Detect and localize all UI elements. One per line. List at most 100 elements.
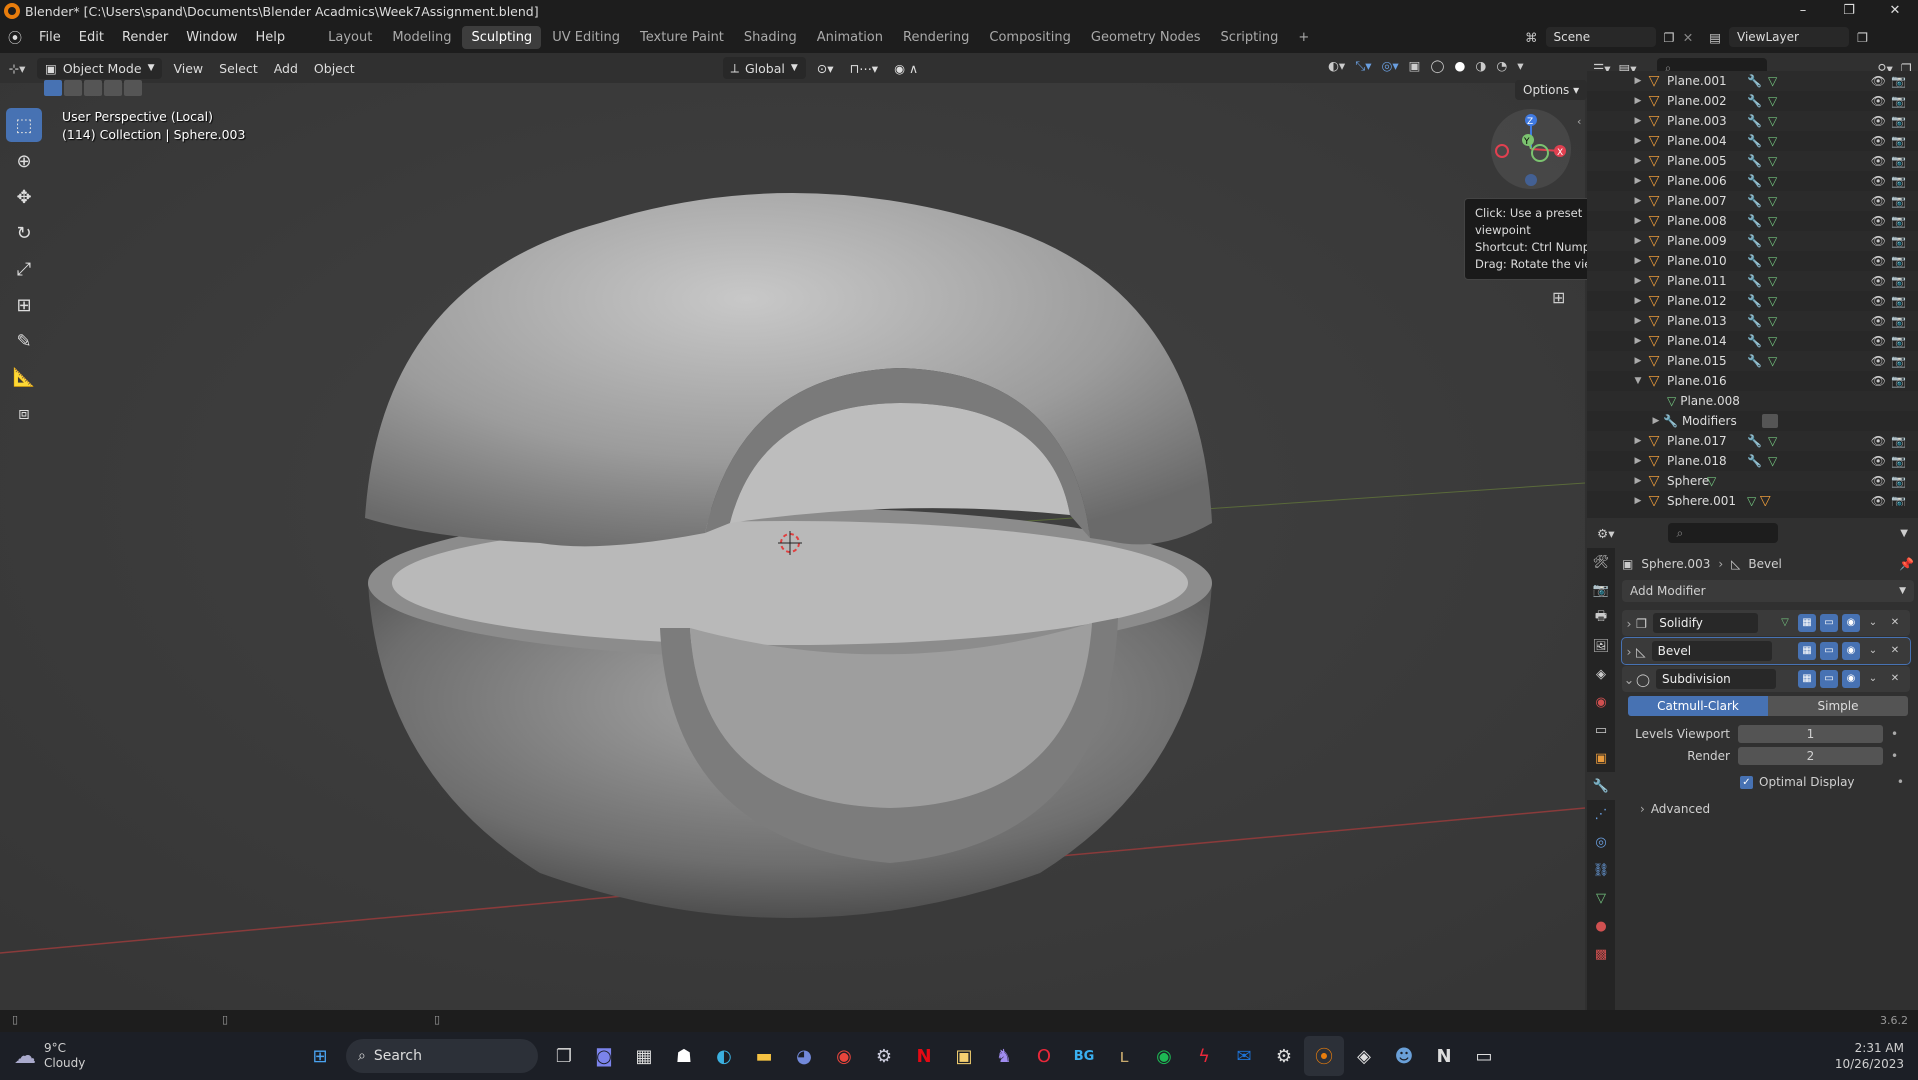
eye-icon[interactable]: 👁 xyxy=(1871,334,1886,348)
eye-icon[interactable]: 👁 xyxy=(1871,134,1886,148)
particles-tab-icon[interactable]: ⋰ xyxy=(1587,800,1615,828)
expand-icon[interactable]: ▶ xyxy=(1631,216,1645,226)
render-tab-icon[interactable]: 📷 xyxy=(1587,576,1615,604)
eye-icon[interactable]: 👁 xyxy=(1871,154,1886,168)
render-camera-icon[interactable]: 📷 xyxy=(1891,374,1906,388)
expand-icon[interactable]: ▶ xyxy=(1631,456,1645,466)
eye-icon[interactable]: 👁 xyxy=(1871,314,1886,328)
outliner-row[interactable]: ▶ 🔧 Modifiers xyxy=(1587,411,1918,431)
visibility-icon[interactable]: ◐▾ xyxy=(1328,58,1345,74)
outliner-row[interactable]: ▽ Plane.008 xyxy=(1587,391,1918,411)
select-box-tool-icon[interactable]: ⬚ xyxy=(6,108,42,142)
photos-icon[interactable]: ▣ xyxy=(944,1036,984,1076)
outliner-row[interactable]: ▶ ▽ Plane.004 🔧 ▽ 👁 📷 xyxy=(1587,131,1918,151)
discord-icon[interactable]: ◕ xyxy=(784,1036,824,1076)
gizmo-neg-z-icon[interactable] xyxy=(1525,174,1537,186)
render-camera-icon[interactable]: 📷 xyxy=(1891,114,1906,128)
select-new-icon[interactable] xyxy=(44,80,62,96)
remove-modifier-icon[interactable]: ✕ xyxy=(1886,642,1904,660)
spotify-icon[interactable]: ◉ xyxy=(1144,1036,1184,1076)
outliner-row[interactable]: ▶ ▽ Plane.010 🔧 ▽ 👁 📷 xyxy=(1587,251,1918,271)
viewport-toggle-icon[interactable]: ▭ xyxy=(1820,670,1838,688)
eye-icon[interactable]: 👁 xyxy=(1871,214,1886,228)
render-toggle-icon[interactable]: ◉ xyxy=(1842,670,1860,688)
menu-add[interactable]: Add xyxy=(266,58,306,79)
remove-modifier-icon[interactable]: ✕ xyxy=(1886,670,1904,688)
eye-icon[interactable]: 👁 xyxy=(1871,494,1886,506)
eye-icon[interactable]: 👁 xyxy=(1871,354,1886,368)
blender-taskbar-icon[interactable]: ⦿ xyxy=(1304,1036,1344,1076)
keyframe-dot-icon[interactable]: • xyxy=(1891,727,1898,741)
render-camera-icon[interactable]: 📷 xyxy=(1891,314,1906,328)
material-tab-icon[interactable]: ● xyxy=(1587,912,1615,940)
new-scene-icon[interactable]: ❐ xyxy=(1664,30,1675,45)
3d-viewport[interactable] xyxy=(0,83,1585,1010)
view-layer-tab-icon[interactable]: 🖼 xyxy=(1587,632,1615,660)
store-icon[interactable]: ▦ xyxy=(624,1036,664,1076)
outliner-row[interactable]: ▶ ▽ Plane.002 🔧 ▽ 👁 📷 xyxy=(1587,91,1918,111)
expand-icon[interactable]: ▶ xyxy=(1649,416,1663,426)
blender-menu-icon[interactable]: ⦿ xyxy=(0,28,30,48)
file-explorer-icon[interactable]: ▬ xyxy=(744,1036,784,1076)
collection-tab-icon[interactable]: ▭ xyxy=(1587,716,1615,744)
outliner-row[interactable]: ▶ ▽ Plane.003 🔧 ▽ 👁 📷 xyxy=(1587,111,1918,131)
physics-tab-icon[interactable]: ◎ xyxy=(1587,828,1615,856)
outliner-row[interactable]: ▶ ▽ Plane.013 🔧 ▽ 👁 📷 xyxy=(1587,311,1918,331)
chrome-icon[interactable]: ◉ xyxy=(824,1036,864,1076)
scene-selector[interactable]: Scene xyxy=(1545,27,1656,47)
expand-icon[interactable]: ▶ xyxy=(1631,476,1645,486)
expand-icon[interactable]: ▶ xyxy=(1631,276,1645,286)
game-controller-icon[interactable]: ♞ xyxy=(984,1036,1024,1076)
remove-scene-icon[interactable]: ✕ xyxy=(1683,30,1693,45)
eye-icon[interactable]: 👁 xyxy=(1871,474,1886,488)
chevron-down-icon[interactable]: ▼ xyxy=(1900,528,1908,539)
viewport-toggle-icon[interactable]: ▭ xyxy=(1820,642,1838,660)
levels-viewport-field[interactable]: 1 xyxy=(1738,725,1883,743)
new-view-layer-icon[interactable]: ❐ xyxy=(1857,30,1868,45)
edit-mode-toggle-icon[interactable]: ▦ xyxy=(1798,614,1816,632)
overlay-icon[interactable]: ◎▾ xyxy=(1381,58,1398,74)
expand-icon[interactable]: ▶ xyxy=(1631,256,1645,266)
outliner-row[interactable]: ▼ ▽ Plane.016 👁 📷 xyxy=(1587,371,1918,391)
expand-icon[interactable]: ▶ xyxy=(1631,436,1645,446)
modifier-name-field[interactable]: Solidify xyxy=(1653,613,1759,633)
outliner-row[interactable]: ▶ ▽ Plane.011 🔧 ▽ 👁 📷 xyxy=(1587,271,1918,291)
render-camera-icon[interactable]: 📷 xyxy=(1891,354,1906,368)
tab-geometry-nodes[interactable]: Geometry Nodes xyxy=(1082,26,1210,49)
editor-type-icon[interactable]: ⊹▾ xyxy=(0,61,34,76)
simple-button[interactable]: Simple xyxy=(1768,696,1908,716)
chevron-right-icon[interactable]: › xyxy=(1622,644,1636,659)
expand-icon[interactable]: ▶ xyxy=(1631,336,1645,346)
tab-layout[interactable]: Layout xyxy=(319,26,381,49)
expand-icon[interactable]: ▶ xyxy=(1631,356,1645,366)
add-modifier-button[interactable]: Add Modifier ▼ xyxy=(1622,580,1914,602)
texture-tab-icon[interactable]: ▩ xyxy=(1587,940,1615,968)
eye-icon[interactable]: 👁 xyxy=(1871,294,1886,308)
render-camera-icon[interactable]: 📷 xyxy=(1891,174,1906,188)
eye-icon[interactable]: 👁 xyxy=(1871,274,1886,288)
render-camera-icon[interactable]: 📷 xyxy=(1891,134,1906,148)
optimal-display-checkbox[interactable]: ✓ xyxy=(1740,775,1753,789)
pivot-icon[interactable]: ⊙▾ xyxy=(809,58,842,79)
menu-edit[interactable]: Edit xyxy=(70,30,113,45)
league-icon[interactable]: ʟ xyxy=(1104,1036,1144,1076)
outliner-row[interactable]: ▶ ▽ Sphere ▽ 👁 📷 xyxy=(1587,471,1918,491)
outliner-row[interactable]: ▶ ▽ Plane.006 🔧 ▽ 👁 📷 xyxy=(1587,171,1918,191)
measure-tool-icon[interactable]: 📐 xyxy=(6,360,42,394)
menu-file[interactable]: File xyxy=(30,30,70,45)
godot-icon[interactable]: ☻ xyxy=(1384,1036,1424,1076)
outliner-row[interactable]: ▶ ▽ Plane.009 🔧 ▽ 👁 📷 xyxy=(1587,231,1918,251)
render-camera-icon[interactable]: 📷 xyxy=(1891,254,1906,268)
viewport-options-button[interactable]: Options ▾ xyxy=(1515,80,1588,100)
menu-window[interactable]: Window xyxy=(177,30,246,45)
select-intersect-icon[interactable] xyxy=(124,80,142,96)
chevron-down-icon[interactable]: ⌄ xyxy=(1864,642,1882,660)
modifier-subdivision[interactable]: ⌄ ◯ Subdivision ▦ ▭ ◉ ⌄ ✕ xyxy=(1622,666,1910,692)
bg-app-icon[interactable]: BG xyxy=(1064,1036,1104,1076)
wireframe-shading-icon[interactable]: ◯ xyxy=(1430,58,1444,74)
maximize-button[interactable]: ❐ xyxy=(1826,0,1872,22)
opera-icon[interactable]: O xyxy=(1024,1036,1064,1076)
render-camera-icon[interactable]: 📷 xyxy=(1891,294,1906,308)
outliner-row[interactable]: ▶ ▽ Plane.007 🔧 ▽ 👁 📷 xyxy=(1587,191,1918,211)
ortho-grid-icon[interactable]: ⊞ xyxy=(1552,288,1565,307)
